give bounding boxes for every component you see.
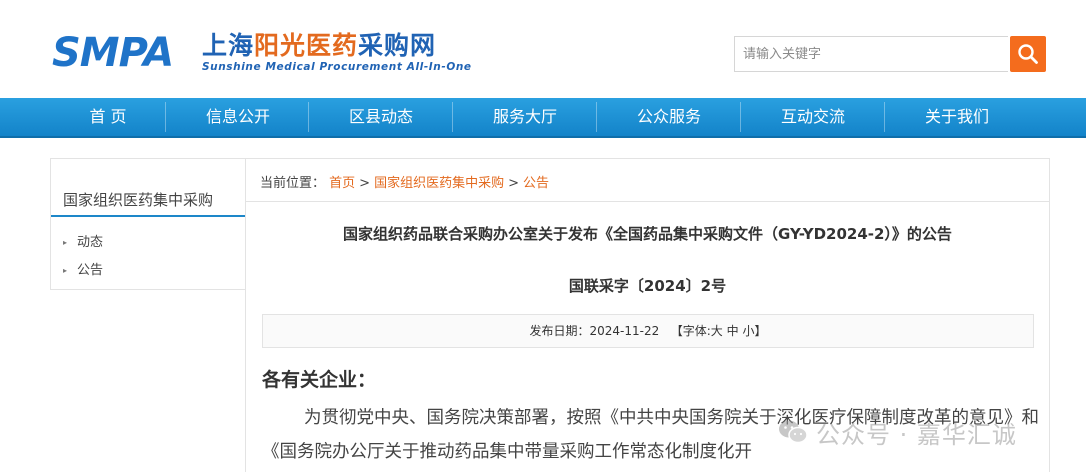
sidebar: 国家组织医药集中采购 ▸ 动态 ▸ 公告 [50, 158, 246, 290]
breadcrumb-current[interactable]: 公告 [523, 176, 549, 191]
article-doc-number: 国联采字〔2024〕2号 [568, 277, 727, 295]
nav-district-news[interactable]: 区县动态 [321, 98, 441, 136]
date-label: 发布日期： [529, 324, 590, 338]
main-nav: 首 页 信息公开 区县动态 服务大厅 公众服务 互动交流 关于我们 [0, 98, 1086, 138]
logo-smpa-text: SMPA [52, 30, 174, 76]
caret-right-icon: ▸ [63, 266, 68, 275]
sidebar-item-announcement[interactable]: ▸ 公告 [63, 257, 103, 285]
sidebar-item-label: 公告 [77, 263, 104, 278]
nav-public-service[interactable]: 公众服务 [609, 98, 729, 136]
breadcrumb-home[interactable]: 首页 [329, 176, 355, 191]
font-size-large-link[interactable]: 大 [711, 324, 723, 338]
sidebar-list: ▸ 动态 ▸ 公告 [63, 229, 103, 285]
breadcrumb-category[interactable]: 国家组织医药集中采购 [374, 176, 504, 191]
search-button[interactable] [1010, 36, 1046, 72]
article-greeting: 各有关企业： [262, 369, 377, 391]
nav-divider [452, 102, 453, 132]
nav-divider [884, 102, 885, 132]
nav-service-hall[interactable]: 服务大厅 [465, 98, 585, 136]
nav-divider [740, 102, 741, 132]
nav-divider [308, 102, 309, 132]
font-size-label-open: 【字体: [670, 324, 711, 338]
logo-english-subtitle: Sunshine Medical Procurement All-In-One [202, 61, 472, 73]
nav-about-us[interactable]: 关于我们 [897, 98, 1017, 136]
search-icon [1018, 44, 1038, 64]
search-bar [734, 36, 1046, 72]
sidebar-item-news[interactable]: ▸ 动态 [63, 229, 103, 257]
logo-chinese-title: 上海阳光医药采购网 [202, 31, 437, 60]
nav-home[interactable]: 首 页 [48, 98, 168, 136]
sidebar-item-label: 动态 [77, 235, 104, 250]
font-size-small-link[interactable]: 小 [742, 324, 754, 338]
article-title: 国家组织药品联合采购办公室关于发布《全国药品集中采购文件（GY-YD2024-2… [343, 225, 952, 243]
divider [246, 201, 1049, 202]
nav-interaction[interactable]: 互动交流 [753, 98, 873, 136]
nav-divider [165, 102, 166, 132]
breadcrumb-separator: > [508, 176, 519, 191]
wechat-icon [779, 420, 808, 444]
font-size-label-close: 】 [754, 324, 767, 338]
breadcrumb-separator: > [359, 176, 371, 191]
nav-info-public[interactable]: 信息公开 [178, 98, 298, 136]
breadcrumb-prefix: 当前位置： [260, 176, 326, 191]
sidebar-title: 国家组织医药集中采购 [51, 159, 246, 217]
search-input[interactable] [734, 36, 1008, 72]
watermark: 公众号 · 嘉华汇诚 [778, 414, 1017, 450]
site-header: SMPA 上海阳光医药采购网 Sunshine Medical Procurem… [0, 0, 1086, 98]
site-logo[interactable]: SMPA 上海阳光医药采购网 Sunshine Medical Procurem… [52, 30, 472, 78]
watermark-text: 公众号 · 嘉华汇诚 [816, 420, 1017, 449]
breadcrumb: 当前位置： 首页 > 国家组织医药集中采购 > 公告 [260, 172, 549, 191]
font-size-medium-link[interactable]: 中 [727, 324, 739, 338]
nav-divider [596, 102, 597, 132]
article-meta: 发布日期：2024-11-22 【字体:大 中 小】 [262, 314, 1034, 348]
caret-right-icon: ▸ [63, 238, 68, 247]
publish-date: 2024-11-22 [589, 324, 660, 338]
